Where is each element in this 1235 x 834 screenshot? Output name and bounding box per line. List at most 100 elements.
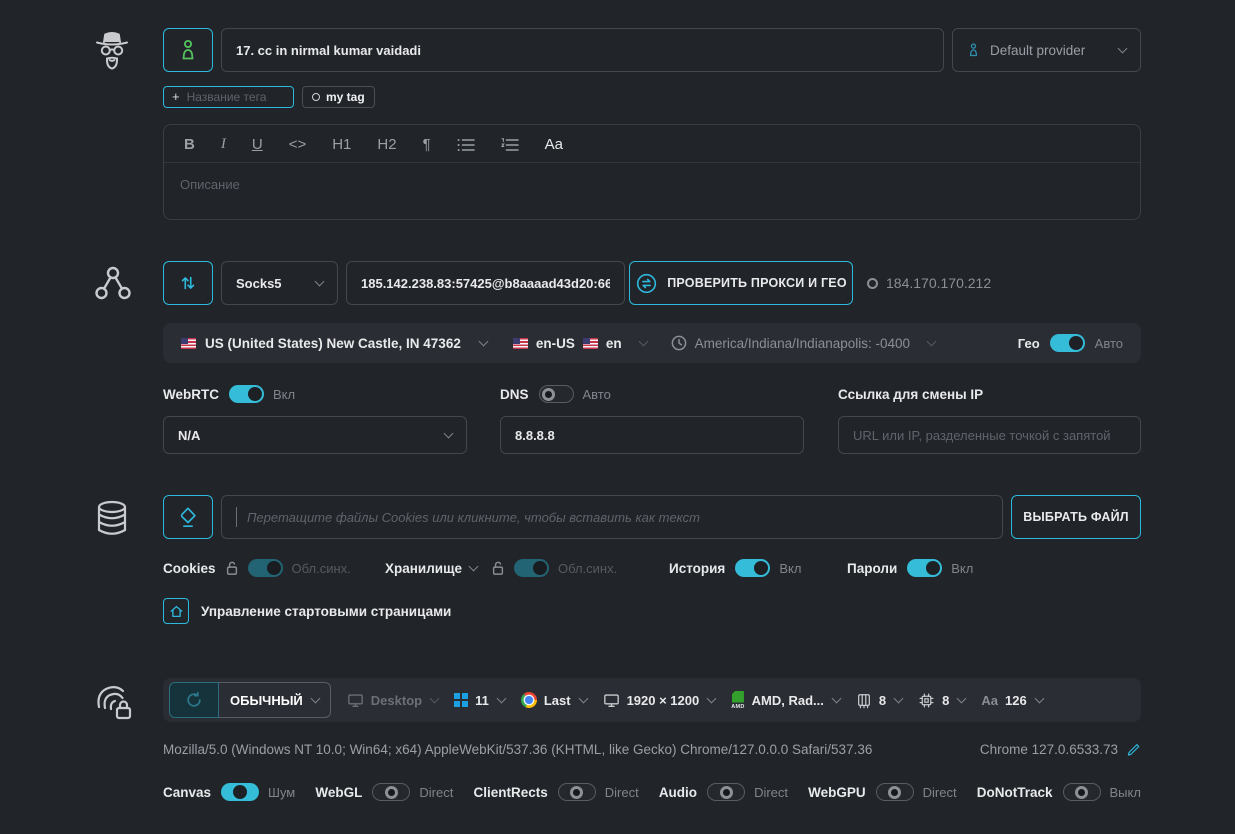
timezone-dropdown[interactable]: America/Indiana/Indianapolis: -0400	[671, 335, 935, 351]
fingerprint-lock-icon	[92, 680, 136, 801]
timezone-value: America/Indiana/Indianapolis: -0400	[695, 336, 910, 351]
storage-sync-toggle[interactable]	[514, 559, 549, 577]
fingerprint-mode-dropdown[interactable]: ОБЫЧНЫЙ	[219, 682, 331, 718]
history-toggle[interactable]	[735, 559, 770, 577]
audio-toggle[interactable]	[707, 783, 745, 801]
locale-primary-value: en-US	[536, 336, 575, 351]
webrtc-value: N/A	[178, 428, 200, 443]
change-ip-input[interactable]	[838, 416, 1141, 454]
os-version-dropdown[interactable]: 11	[454, 693, 505, 708]
tag-add-input[interactable]: + Название тега	[163, 86, 294, 108]
profile-section: Default provider + Название тега my tag …	[0, 28, 1235, 220]
underline-button[interactable]: U	[252, 137, 263, 152]
database-icon	[92, 499, 132, 624]
platform-dropdown[interactable]: Desktop	[347, 693, 438, 708]
regenerate-fingerprint-button[interactable]	[169, 682, 219, 718]
plus-icon: +	[172, 90, 180, 103]
bullet-list-button[interactable]	[457, 138, 475, 152]
canvas-toggle[interactable]	[221, 783, 259, 801]
donottrack-toggle[interactable]	[1063, 783, 1101, 801]
platform-value: Desktop	[371, 693, 422, 708]
lock-open-icon[interactable]	[491, 560, 505, 576]
fingerprint-toolbar: ОБЫЧНЫЙ Desktop 11 Las	[163, 678, 1141, 722]
lock-open-icon[interactable]	[225, 560, 239, 576]
history-label: История	[669, 561, 725, 576]
us-flag-icon	[583, 338, 598, 349]
swap-arrows-icon	[178, 273, 198, 293]
geo-toggle[interactable]	[1050, 334, 1085, 352]
h1-button[interactable]: H1	[332, 137, 351, 152]
geo-location-value: US (United States) New Castle, IN 47362	[205, 336, 461, 351]
font-size-button[interactable]: Aa	[545, 137, 563, 152]
webrtc-state: Вкл	[273, 387, 295, 402]
proxy-toggle-button[interactable]	[163, 261, 213, 305]
audio-state: Direct	[754, 785, 788, 800]
webrtc-toggle[interactable]	[229, 385, 264, 403]
clientrects-toggle[interactable]	[558, 783, 596, 801]
pencil-edit-icon[interactable]	[1126, 742, 1141, 757]
profile-gender-button[interactable]	[163, 28, 213, 72]
chevron-down-icon	[1034, 693, 1044, 703]
clientrects-state: Direct	[605, 785, 639, 800]
audio-label: Audio	[659, 785, 697, 800]
editor-toolbar: B I U <> H1 H2 ¶	[164, 125, 1140, 163]
webgl-toggle[interactable]	[372, 783, 410, 801]
check-proxy-button[interactable]: ПРОВЕРИТЬ ПРОКСИ И ГЕО	[629, 261, 853, 305]
webrtc-label: WebRTC	[163, 387, 219, 402]
geo-label: Гео	[1018, 336, 1040, 351]
person-icon	[178, 39, 198, 61]
proxy-address-input[interactable]	[346, 261, 625, 305]
resolution-dropdown[interactable]: 1920 × 1200	[603, 693, 716, 708]
bold-button[interactable]: B	[184, 137, 195, 152]
chevron-down-icon	[315, 276, 325, 286]
chevron-down-icon	[831, 693, 841, 703]
profile-name-input[interactable]	[221, 28, 944, 72]
ordered-list-button[interactable]	[501, 138, 519, 152]
cpu-cores-dropdown[interactable]: 8	[856, 692, 902, 709]
refresh-icon	[184, 690, 204, 710]
provider-dropdown[interactable]: Default provider	[952, 28, 1141, 72]
dns-input[interactable]	[500, 416, 804, 454]
choose-file-button[interactable]: ВЫБРАТЬ ФАЙЛ	[1011, 495, 1141, 539]
external-ip: 184.170.170.212	[867, 275, 991, 291]
chrome-icon	[521, 692, 537, 708]
eraser-icon	[177, 505, 199, 529]
description-editor[interactable]: B I U <> H1 H2 ¶	[163, 124, 1141, 220]
chevron-down-icon[interactable]	[469, 561, 479, 571]
paragraph-button[interactable]: ¶	[423, 137, 431, 152]
browser-version-dropdown[interactable]: Last	[521, 692, 587, 708]
webgpu-toggle[interactable]	[876, 783, 914, 801]
cookies-drop-input[interactable]: Перетащите файлы Cookies или кликните, ч…	[221, 495, 1003, 539]
fingerprint-mode-value: ОБЫЧНЫЙ	[230, 693, 303, 708]
clear-cookies-button[interactable]	[163, 495, 213, 539]
cookies-drop-placeholder: Перетащите файлы Cookies или кликните, ч…	[247, 510, 700, 525]
dns-toggle[interactable]	[539, 385, 574, 403]
start-pages-button[interactable]	[163, 598, 189, 624]
chevron-down-icon	[310, 693, 320, 703]
dns-state: Авто	[583, 387, 611, 402]
chevron-down-icon	[927, 336, 937, 346]
h2-button[interactable]: H2	[377, 137, 396, 152]
chevron-down-icon	[578, 693, 588, 703]
chevron-down-icon	[638, 336, 648, 346]
proxy-network-icon	[92, 263, 134, 454]
description-placeholder: Описание	[164, 163, 1140, 206]
tag-circle-icon	[312, 93, 320, 101]
external-ip-value: 184.170.170.212	[886, 275, 991, 291]
italic-button[interactable]: I	[221, 137, 226, 152]
locale-dropdown[interactable]: en-US en	[513, 336, 647, 351]
gpu-dropdown[interactable]: AMD AMD, Rad...	[731, 691, 840, 710]
webgl-label: WebGL	[315, 785, 362, 800]
geo-location-dropdown[interactable]: US (United States) New Castle, IN 47362	[181, 336, 487, 351]
fonts-dropdown[interactable]: Aa 126	[981, 693, 1042, 708]
passwords-toggle[interactable]	[907, 559, 942, 577]
ram-dropdown[interactable]: 8	[918, 692, 965, 709]
clock-icon	[671, 335, 687, 351]
code-button[interactable]: <>	[289, 137, 307, 152]
chevron-down-icon	[430, 693, 440, 703]
webrtc-value-dropdown[interactable]: N/A	[163, 416, 467, 454]
cookies-sync-toggle[interactable]	[248, 559, 283, 577]
proxy-type-dropdown[interactable]: Socks5	[221, 261, 338, 305]
tag-chip[interactable]: my tag	[302, 86, 375, 108]
heisenberg-profile-icon	[92, 28, 132, 220]
